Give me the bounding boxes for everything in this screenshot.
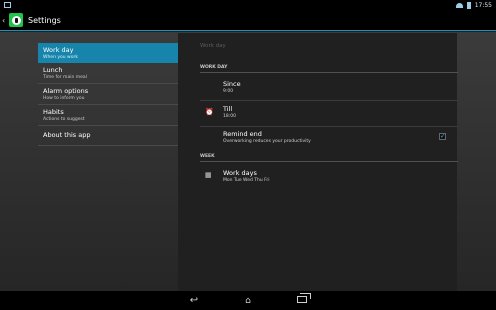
detail-pane: Work day WORK DAY Since 9:00 ⏰ Till 18:0…: [178, 33, 458, 291]
header-title: Habits: [43, 108, 64, 116]
gallery-notification-icon: [4, 2, 11, 8]
battery-icon: [466, 1, 471, 9]
section-header-week: WEEK: [200, 154, 458, 162]
header-summary: When you work: [43, 55, 78, 60]
app-icon-face: [11, 15, 21, 25]
header-summary: Actions to suggest: [43, 117, 85, 122]
recent-apps-icon[interactable]: [292, 293, 312, 306]
home-nav-icon[interactable]: ⌂: [238, 296, 258, 306]
breadcrumb: Work day: [200, 43, 226, 49]
header-title: Lunch: [43, 66, 63, 74]
alarm-icon: ⏰: [205, 108, 214, 116]
pref-title: Remind end: [223, 130, 262, 138]
pref-title: Since: [223, 80, 241, 88]
pref-title: Till: [223, 105, 233, 113]
pref-title: Work days: [223, 169, 257, 177]
header-item-work-day[interactable]: Work day When you work: [38, 43, 178, 63]
header-summary: Time for main meal: [43, 75, 87, 80]
pref-work-days[interactable]: ▦ Work days Mon Tue Wed Thu Fri: [200, 166, 458, 190]
pref-remind-end[interactable]: Remind end Overworking reduces your prod…: [200, 127, 458, 151]
header-title: Alarm options: [43, 87, 89, 95]
wifi-icon: [455, 2, 463, 8]
pref-till[interactable]: ⏰ Till 18:00: [200, 101, 458, 125]
app-icon[interactable]: [9, 13, 23, 27]
back-caret-icon[interactable]: ‹: [2, 16, 8, 25]
remind-end-checkbox[interactable]: ✓: [439, 133, 446, 140]
header-item-habits[interactable]: Habits Actions to suggest: [38, 105, 178, 126]
action-bar-title: Settings: [28, 15, 61, 25]
pref-summary: 9:00: [223, 89, 234, 94]
back-nav-icon[interactable]: ↩: [184, 295, 204, 306]
headers-list: Work day When you work Lunch Time for ma…: [38, 43, 178, 146]
pref-summary: Overworking reduces your productivity: [223, 139, 311, 144]
pref-summary: 18:00: [223, 114, 236, 119]
header-item-lunch[interactable]: Lunch Time for main meal: [38, 63, 178, 84]
header-item-about[interactable]: About this app: [38, 126, 178, 146]
header-item-alarm-options[interactable]: Alarm options How to inform you: [38, 84, 178, 105]
status-time: 17:55: [474, 1, 492, 9]
action-bar: ‹ Settings: [0, 10, 496, 31]
section-header-work-day: WORK DAY: [200, 65, 458, 73]
pref-since[interactable]: Since 9:00: [200, 77, 458, 99]
pref-summary: Mon Tue Wed Thu Fri: [223, 178, 270, 183]
navigation-bar: ↩ ⌂: [0, 291, 496, 310]
header-title: Work day: [43, 46, 74, 54]
calendar-icon: ▦: [205, 171, 212, 179]
status-bar: 17:55: [0, 0, 496, 10]
header-summary: How to inform you: [43, 96, 85, 101]
header-title: About this app: [43, 131, 91, 139]
